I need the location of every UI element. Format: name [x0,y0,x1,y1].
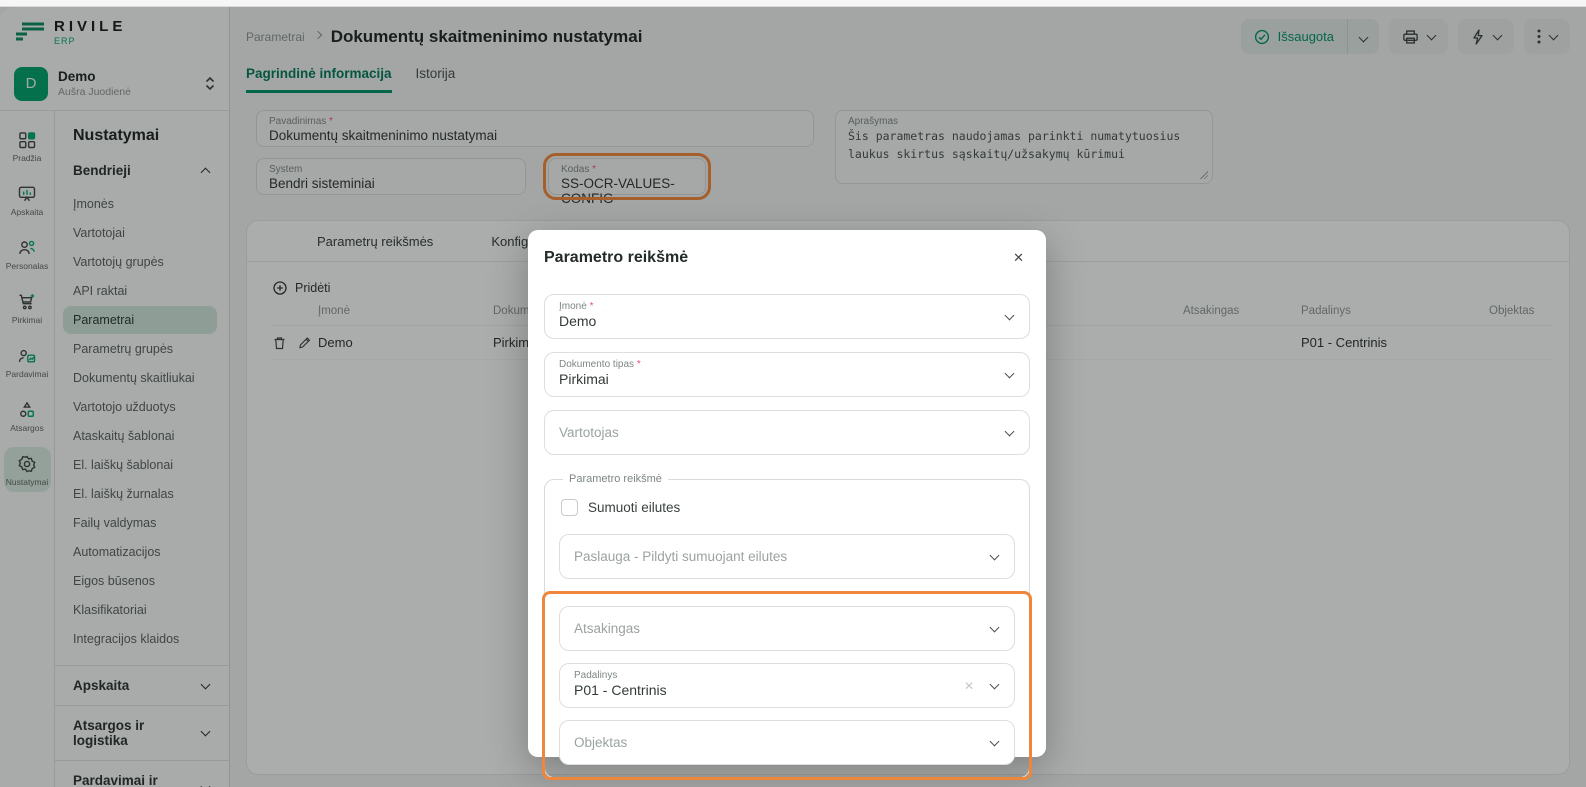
dokumento-tipas-value: Pirkimai [559,371,993,387]
chevron-down-icon [990,550,1000,560]
highlight-annotation-box: Atsakingas Padalinys P01 - Centrinis ✕ O… [542,591,1032,780]
chevron-down-icon [990,736,1000,746]
parameter-value-modal: Parametro reikšmė ✕ Įmonė Demo Dokumento… [528,230,1046,757]
imone-select[interactable]: Įmonė Demo [544,294,1030,339]
atsakingas-placeholder: Atsakingas [574,621,640,636]
group-legend: Parametro reikšmė [563,473,668,485]
objektas-placeholder: Objektas [574,735,627,750]
checkbox-unchecked[interactable] [561,499,578,516]
chevron-down-icon [1005,310,1015,320]
paslauga-select[interactable]: Paslauga - Pildyti sumuojant eilutes [559,534,1015,579]
browser-edge-strip [0,0,1586,7]
sumuoti-eilutes-checkbox-row: Sumuoti eilutes [561,499,1015,516]
vartotojas-placeholder: Vartotojas [559,425,619,440]
chevron-down-icon [990,622,1000,632]
paslauga-placeholder: Paslauga - Pildyti sumuojant eilutes [574,549,787,564]
checkbox-label: Sumuoti eilutes [588,500,680,515]
padalinys-value: P01 - Centrinis [574,682,978,698]
imone-value: Demo [559,313,993,329]
vartotojas-select[interactable]: Vartotojas [544,410,1030,455]
app-window: RIVILE ERP D Demo Aušra Juodienė [0,0,1586,787]
chevron-down-icon [990,679,1000,689]
imone-label: Įmonė [559,301,993,312]
padalinys-select[interactable]: Padalinys P01 - Centrinis ✕ [559,663,1015,708]
parametro-reiksme-group: Parametro reikšmė Sumuoti eilutes Paslau… [544,473,1030,778]
padalinys-label: Padalinys [574,670,978,681]
modal-title: Parametro reikšmė [544,249,688,267]
atsakingas-select[interactable]: Atsakingas [559,606,1015,651]
dokumento-tipas-select[interactable]: Dokumento tipas Pirkimai [544,352,1030,397]
close-icon[interactable]: ✕ [1007,248,1030,268]
dokumento-tipas-label: Dokumento tipas [559,359,993,370]
clear-icon[interactable]: ✕ [964,679,974,693]
objektas-select[interactable]: Objektas [559,720,1015,765]
chevron-down-icon [1005,426,1015,436]
chevron-down-icon [1005,368,1015,378]
